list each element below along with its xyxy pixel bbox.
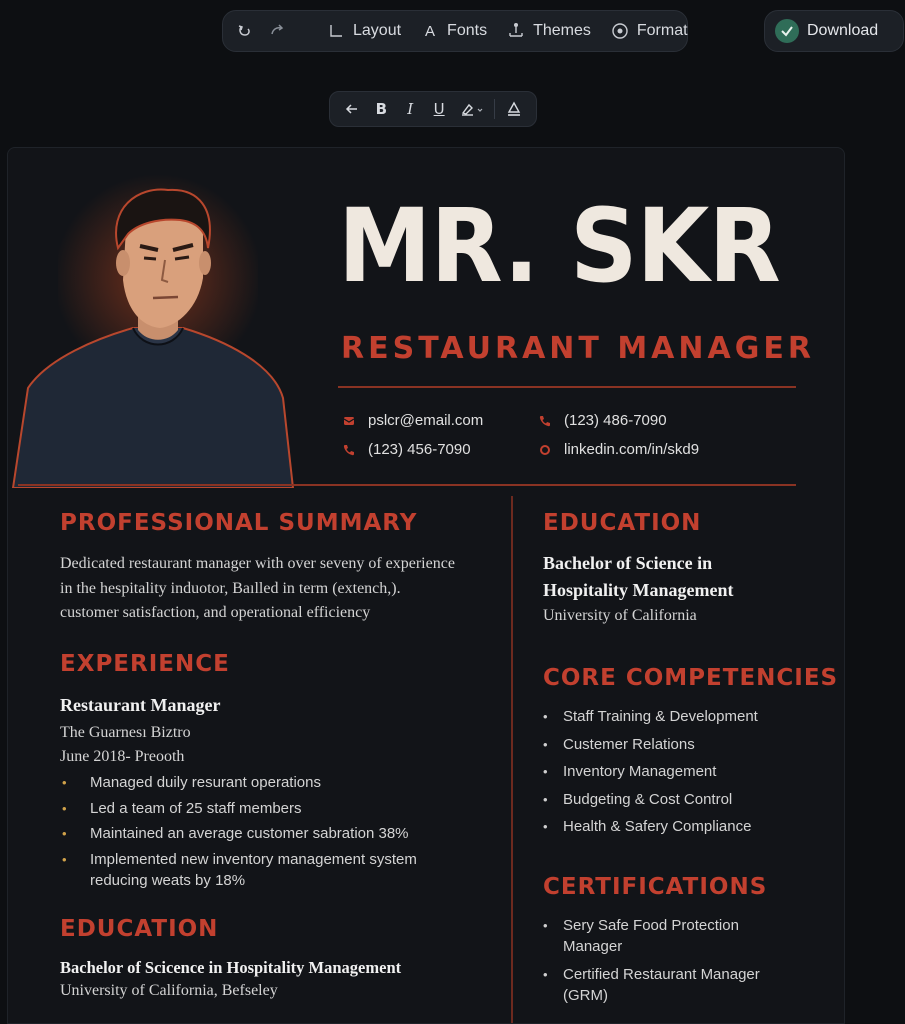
fonts-label: Fonts [447, 22, 488, 39]
layout-label: Layout [353, 22, 402, 39]
column-divider [511, 496, 513, 1023]
format-divider [494, 99, 496, 119]
experience-bullets: Managed duily resurant operations Led a … [62, 772, 462, 895]
undo-icon[interactable] [235, 20, 257, 42]
summary-text[interactable]: Dedicated restaurant manager with over s… [60, 552, 500, 626]
experience-company[interactable]: The Guarnesı Biztro [60, 721, 191, 746]
redo-icon[interactable] [265, 20, 287, 42]
history-group [235, 20, 295, 42]
format-button[interactable]: Format [611, 22, 688, 40]
download-label: Download [807, 22, 879, 39]
list-item[interactable]: Maintained an average customer sabration… [62, 823, 462, 844]
email-icon [340, 415, 358, 427]
list-item[interactable]: Custemer Relations [543, 734, 823, 755]
job-title[interactable]: RESTAURANT MANAGER [341, 331, 815, 366]
phone-icon [536, 415, 554, 427]
list-item[interactable]: Staff Training & Development [543, 706, 823, 727]
back-arrow-icon[interactable] [338, 96, 367, 122]
experience-role[interactable]: Restaurant Manager [60, 692, 220, 719]
education-left-heading[interactable]: EDUCATION [60, 916, 218, 942]
text-color-icon[interactable] [499, 96, 528, 122]
competencies-heading[interactable]: CORE COMPETENCIES [543, 665, 838, 691]
contact-divider [18, 484, 796, 486]
summary-line: Dedicated restaurant manager with over s… [60, 555, 455, 572]
education-right-heading[interactable]: EDUCATION [543, 510, 701, 536]
education-right-degree-line2[interactable]: Hospitality Management [543, 577, 734, 604]
fonts-button[interactable]: A Fonts [421, 22, 487, 40]
themes-label: Themes [533, 22, 591, 39]
text-format-bar: B I U [329, 91, 537, 127]
summary-line: in the hespitality induotor, Baılled in … [60, 579, 401, 597]
linkedin-text: linkedin.com/in/skd9 [564, 441, 700, 458]
list-item[interactable]: Health & Safery Compliance [543, 816, 823, 837]
list-item[interactable]: Implemented new inventory management sys… [62, 849, 442, 891]
themes-button[interactable]: Themes [507, 22, 591, 40]
competencies-list: Staff Training & Development Custemer Re… [543, 706, 823, 844]
list-item[interactable]: Inventory Management [543, 761, 823, 782]
summary-line: customer satisfaction, and operational e… [60, 604, 371, 621]
phone-secondary-text: (123) 456-7090 [368, 441, 471, 458]
italic-button[interactable]: I [396, 96, 425, 122]
candidate-name[interactable]: MR. SKR [338, 196, 781, 298]
bold-button[interactable]: B [367, 96, 396, 122]
check-icon [775, 19, 799, 43]
summary-heading[interactable]: PROFESSIONAL SUMMARY [60, 510, 417, 536]
download-button[interactable]: Download [764, 10, 904, 52]
certifications-list: Sery Safe Food Protection Manager Certif… [543, 915, 783, 1012]
email-text: pslcr@email.com [368, 412, 484, 429]
location-pin-icon [536, 444, 554, 456]
experience-dates[interactable]: June 2018- Preooth [60, 745, 184, 770]
highlight-pen-icon[interactable] [454, 96, 491, 122]
education-right-school[interactable]: University of California [543, 604, 697, 629]
font-icon: A [425, 22, 436, 40]
underline-button[interactable]: U [425, 96, 454, 122]
contact-linkedin[interactable]: linkedin.com/in/skd9 [536, 441, 699, 458]
contact-phone-primary[interactable]: (123) 486-7090 [536, 412, 667, 429]
contact-email[interactable]: pslcr@email.com [340, 412, 483, 429]
education-left-degree[interactable]: Bachelor of Scicence in Hospitality Mana… [60, 954, 401, 981]
contact-phone-secondary[interactable]: (123) 456-7090 [340, 441, 471, 458]
format-icon [611, 22, 629, 40]
layout-icon [327, 22, 345, 40]
list-item[interactable]: Led a team of 25 staff members [62, 798, 462, 819]
list-item[interactable]: Sery Safe Food Protection Manager [543, 915, 783, 957]
education-left-school[interactable]: University of California, Befseley [60, 979, 278, 1004]
list-item[interactable]: Managed duily resurant operations [62, 772, 462, 793]
main-toolbar: Layout A Fonts Themes Format [222, 10, 688, 52]
layout-button[interactable]: Layout [327, 22, 401, 40]
resume-page: MR. SKR RESTAURANT MANAGER pslcr@email.c… [7, 147, 845, 1024]
format-label: Format [636, 22, 688, 39]
header-divider [338, 386, 796, 388]
list-item[interactable]: Certified Restaurant Manager (GRM) [543, 964, 783, 1006]
certifications-heading[interactable]: CERTIFICATIONS [543, 874, 767, 900]
avatar [11, 188, 295, 488]
themes-icon [507, 22, 525, 40]
phone-icon [340, 444, 358, 456]
list-item[interactable]: Budgeting & Cost Control [543, 789, 823, 810]
education-right-degree-line1[interactable]: Bachelor of Science in [543, 550, 712, 577]
phone-primary-text: (123) 486-7090 [564, 412, 667, 429]
experience-heading[interactable]: EXPERIENCE [60, 651, 230, 677]
